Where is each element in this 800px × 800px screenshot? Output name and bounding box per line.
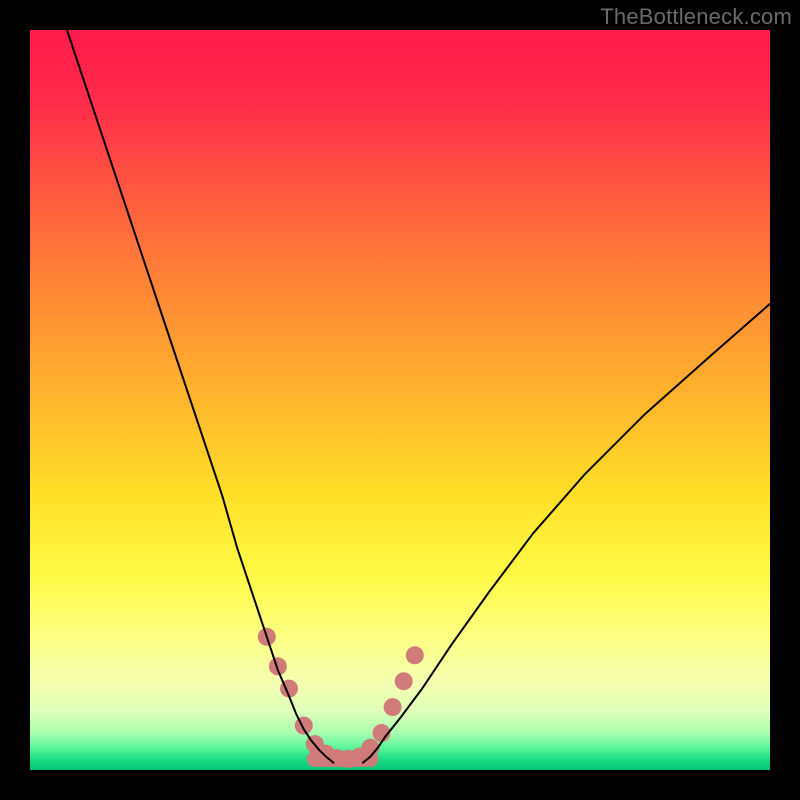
curve-right-branch xyxy=(363,304,770,763)
marker-dot xyxy=(269,657,287,675)
chart-svg xyxy=(30,30,770,770)
marker-dot xyxy=(295,717,313,735)
chart-frame: TheBottleneck.com xyxy=(0,0,800,800)
marker-dot xyxy=(384,698,402,716)
plot-area xyxy=(30,30,770,770)
marker-dot xyxy=(406,646,424,664)
marker-dot xyxy=(395,672,413,690)
watermark-text: TheBottleneck.com xyxy=(600,4,792,30)
curve-left-branch xyxy=(67,30,333,763)
